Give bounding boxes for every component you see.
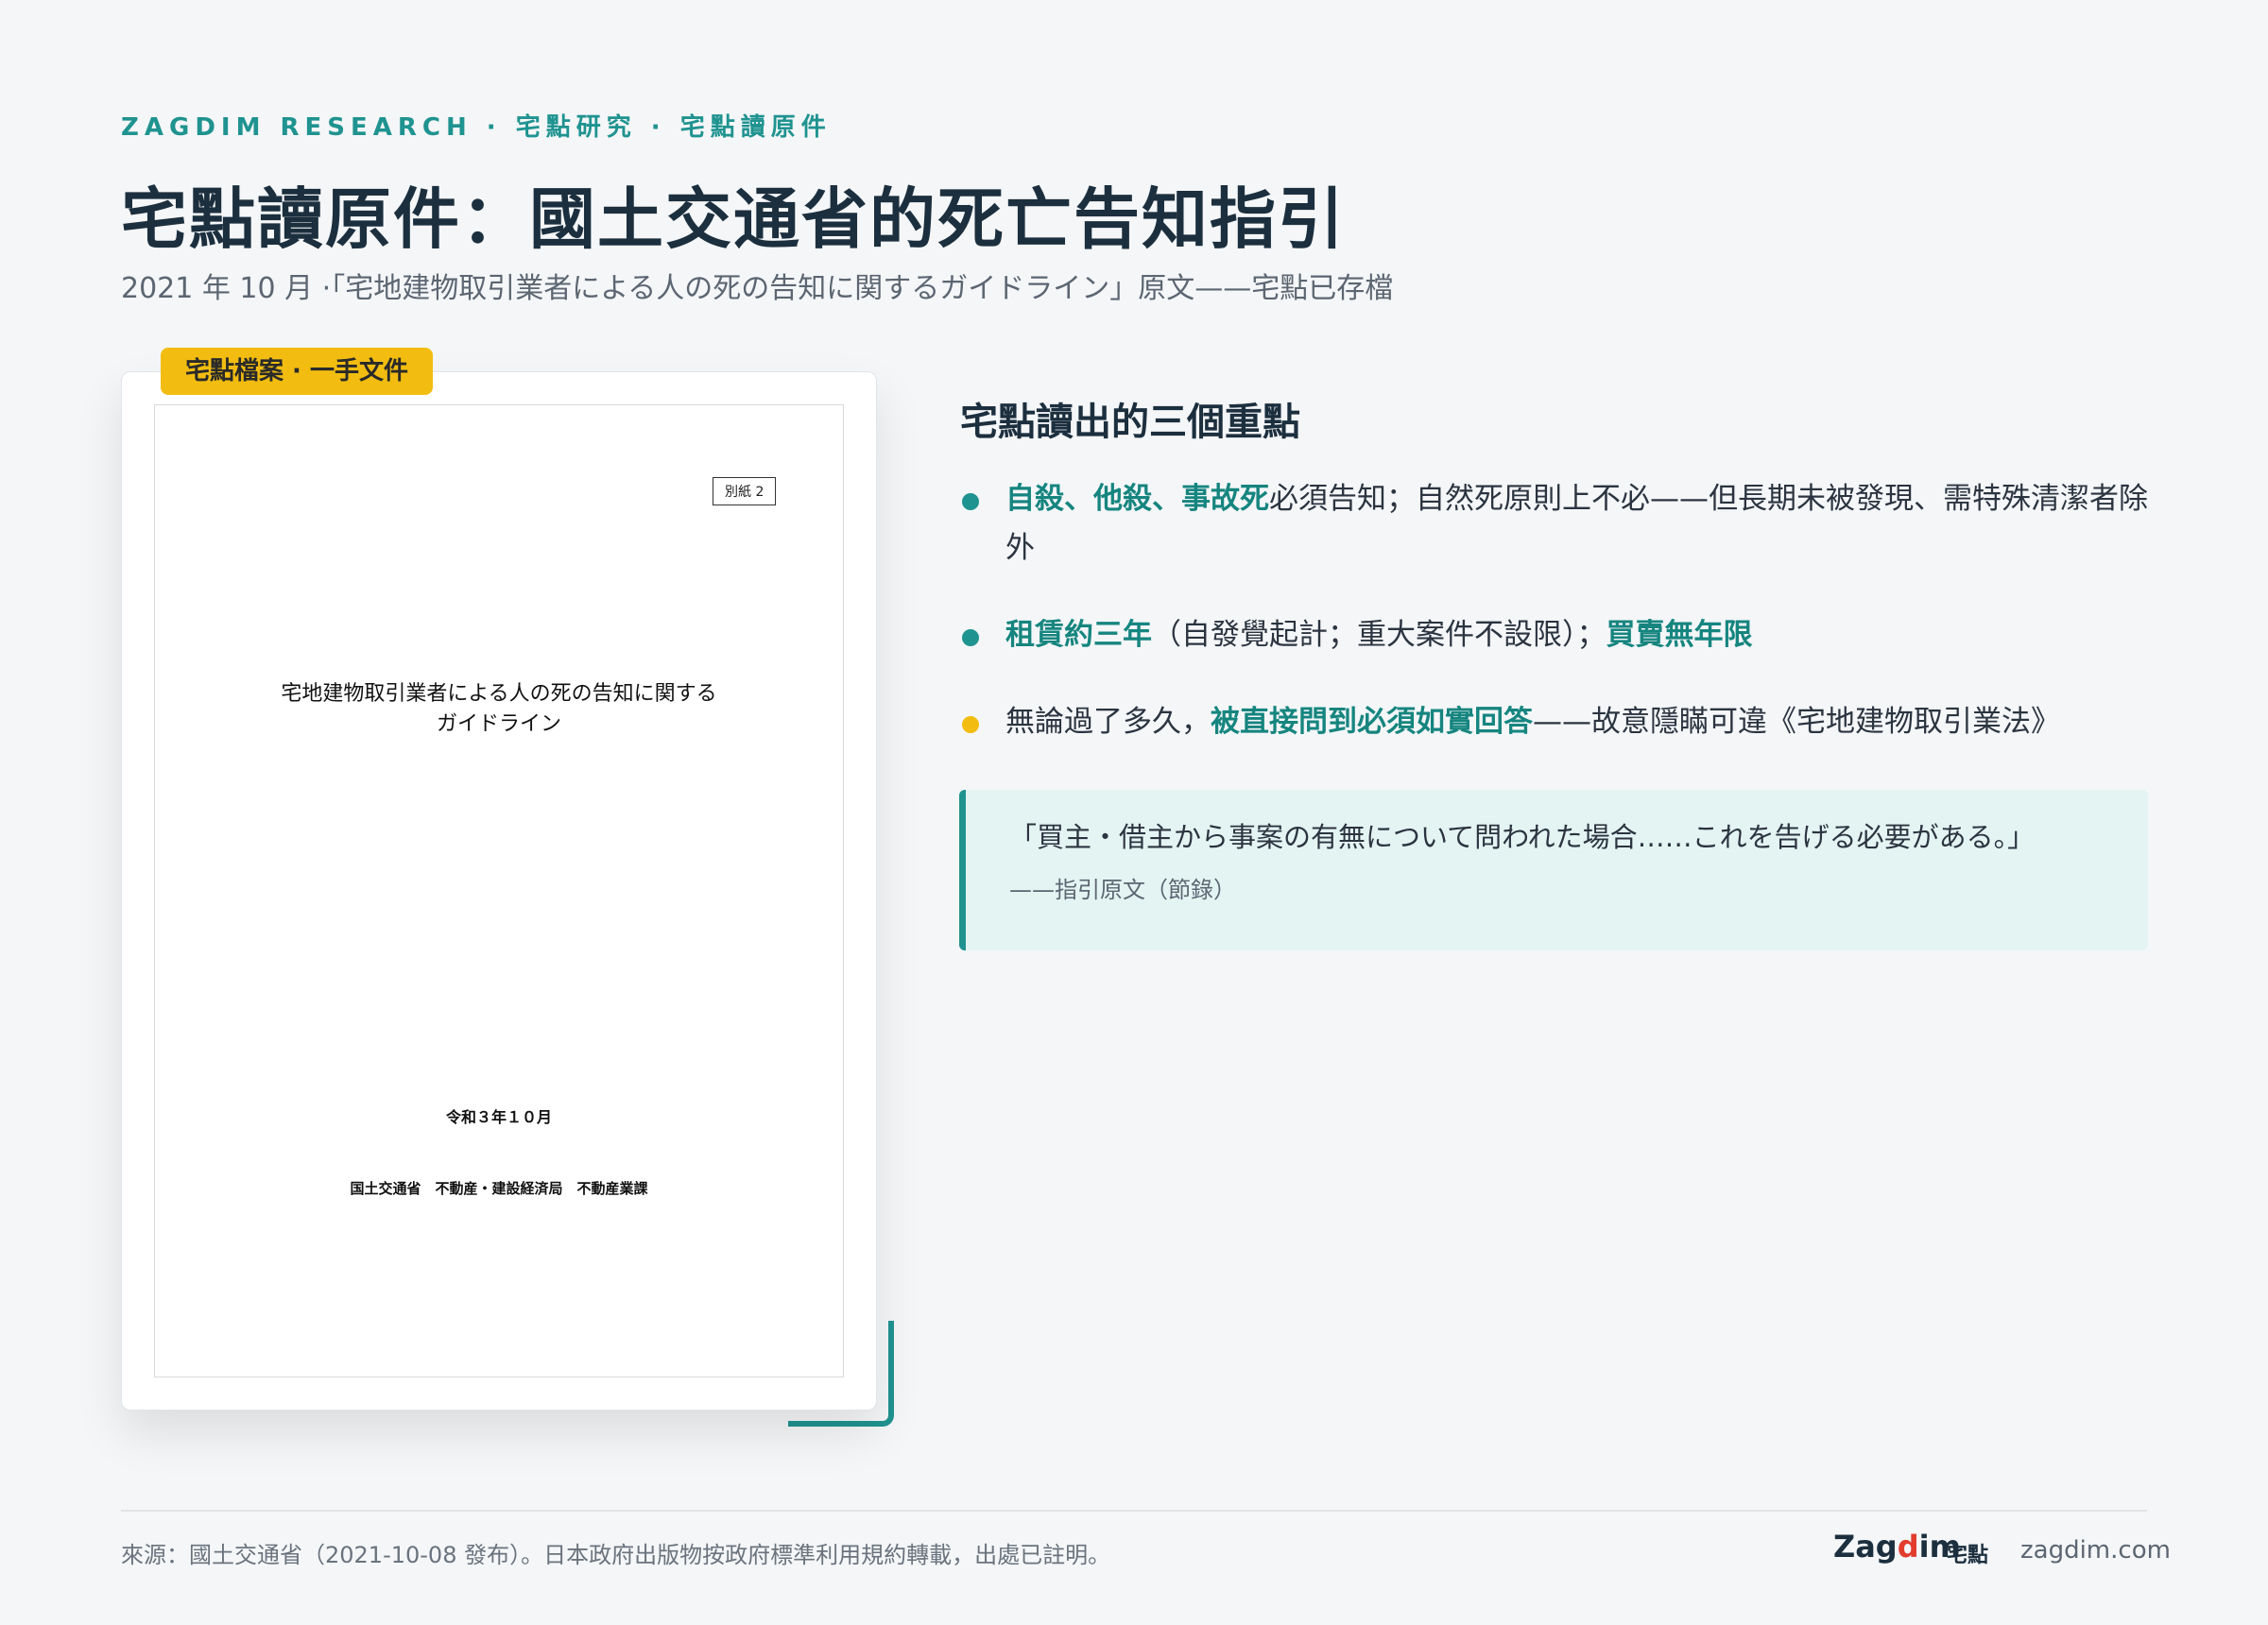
eyebrow: ZAGDIM RESEARCH · 宅點研究 · 宅點讀原件 (121, 113, 832, 142)
point-text: （自發覺起計；重大案件不設限）； (1152, 618, 1606, 652)
key-point: 無論過了多久，被直接問到必須如實回答——故意隱瞞可違《宅地建物取引業法》 (960, 697, 2149, 746)
footer-divider (121, 1510, 2147, 1512)
document-title: 宅地建物取引業者による人の死の告知に関する ガイドライン (155, 679, 843, 740)
document-date: 令和３年１０月 (445, 1108, 552, 1126)
brand-logo-accent: d (1897, 1529, 1919, 1565)
footer-source: 來源：國土交通省（2021-10-08 發布）。日本政府出版物按政府標準利用規約… (121, 1542, 1111, 1568)
bullet-dot-icon (962, 716, 979, 733)
quote-text: 「買主・借主から事案の有無について問われた場合……これを告げる必要がある。」 (1009, 821, 2036, 853)
point-highlight: 買賣無年限 (1606, 618, 1753, 652)
page-subtitle: 2021 年 10 月 ·「宅地建物取引業者による人の死の告知に関するガイドライ… (121, 272, 1394, 305)
point-text: 無論過了多久， (1005, 705, 1211, 739)
page-title: 宅點讀原件：國土交通省的死亡告知指引 (121, 180, 1346, 258)
brand-logo[interactable]: Zagdim (1833, 1529, 1961, 1565)
point-highlight: 租賃約三年 (1005, 618, 1152, 652)
bullet-dot-icon (962, 493, 979, 510)
document-title-line1: 宅地建物取引業者による人の死の告知に関する (281, 682, 717, 706)
quote-source: ——指引原文（節錄） (1009, 877, 1236, 903)
point-highlight: 被直接問到必須如實回答 (1211, 705, 1533, 739)
brand-chinese-name: 宅點 (1947, 1544, 1989, 1567)
document-title-line2: ガイドライン (436, 712, 561, 736)
document-org: 国土交通省 不動産・建設経済局 不動産業課 (350, 1180, 648, 1197)
key-point: 租賃約三年（自發覺起計；重大案件不設限）；買賣無年限 (960, 610, 2149, 659)
site-link[interactable]: zagdim.com (2020, 1536, 2171, 1565)
bullet-dot-icon (962, 629, 979, 646)
brand-logo-part: Zag (1833, 1529, 1898, 1565)
key-points-list: 自殺、他殺、事故死必須告知；自然死原則上不必——但長期未被發現、需特殊清潔者除外… (960, 474, 2149, 746)
key-point: 自殺、他殺、事故死必須告知；自然死原則上不必——但長期未被發現、需特殊清潔者除外 (960, 474, 2149, 573)
quote-block: 「買主・借主から事案の有無について問われた場合……これを告げる必要がある。」 —… (959, 790, 2148, 950)
summary-heading: 宅點讀出的三個重點 (960, 400, 1300, 444)
document-badge: 宅點檔案 · 一手文件 (161, 348, 433, 395)
document-card[interactable]: 別紙 2 宅地建物取引業者による人の死の告知に関する ガイドライン 令和３年１０… (121, 371, 877, 1411)
document-page: 別紙 2 宅地建物取引業者による人の死の告知に関する ガイドライン 令和３年１０… (154, 404, 844, 1377)
point-text: ——故意隱瞞可違《宅地建物取引業法》 (1533, 705, 2060, 739)
document-tag: 別紙 2 (713, 477, 777, 505)
point-highlight: 自殺、他殺、事故死 (1005, 482, 1269, 516)
